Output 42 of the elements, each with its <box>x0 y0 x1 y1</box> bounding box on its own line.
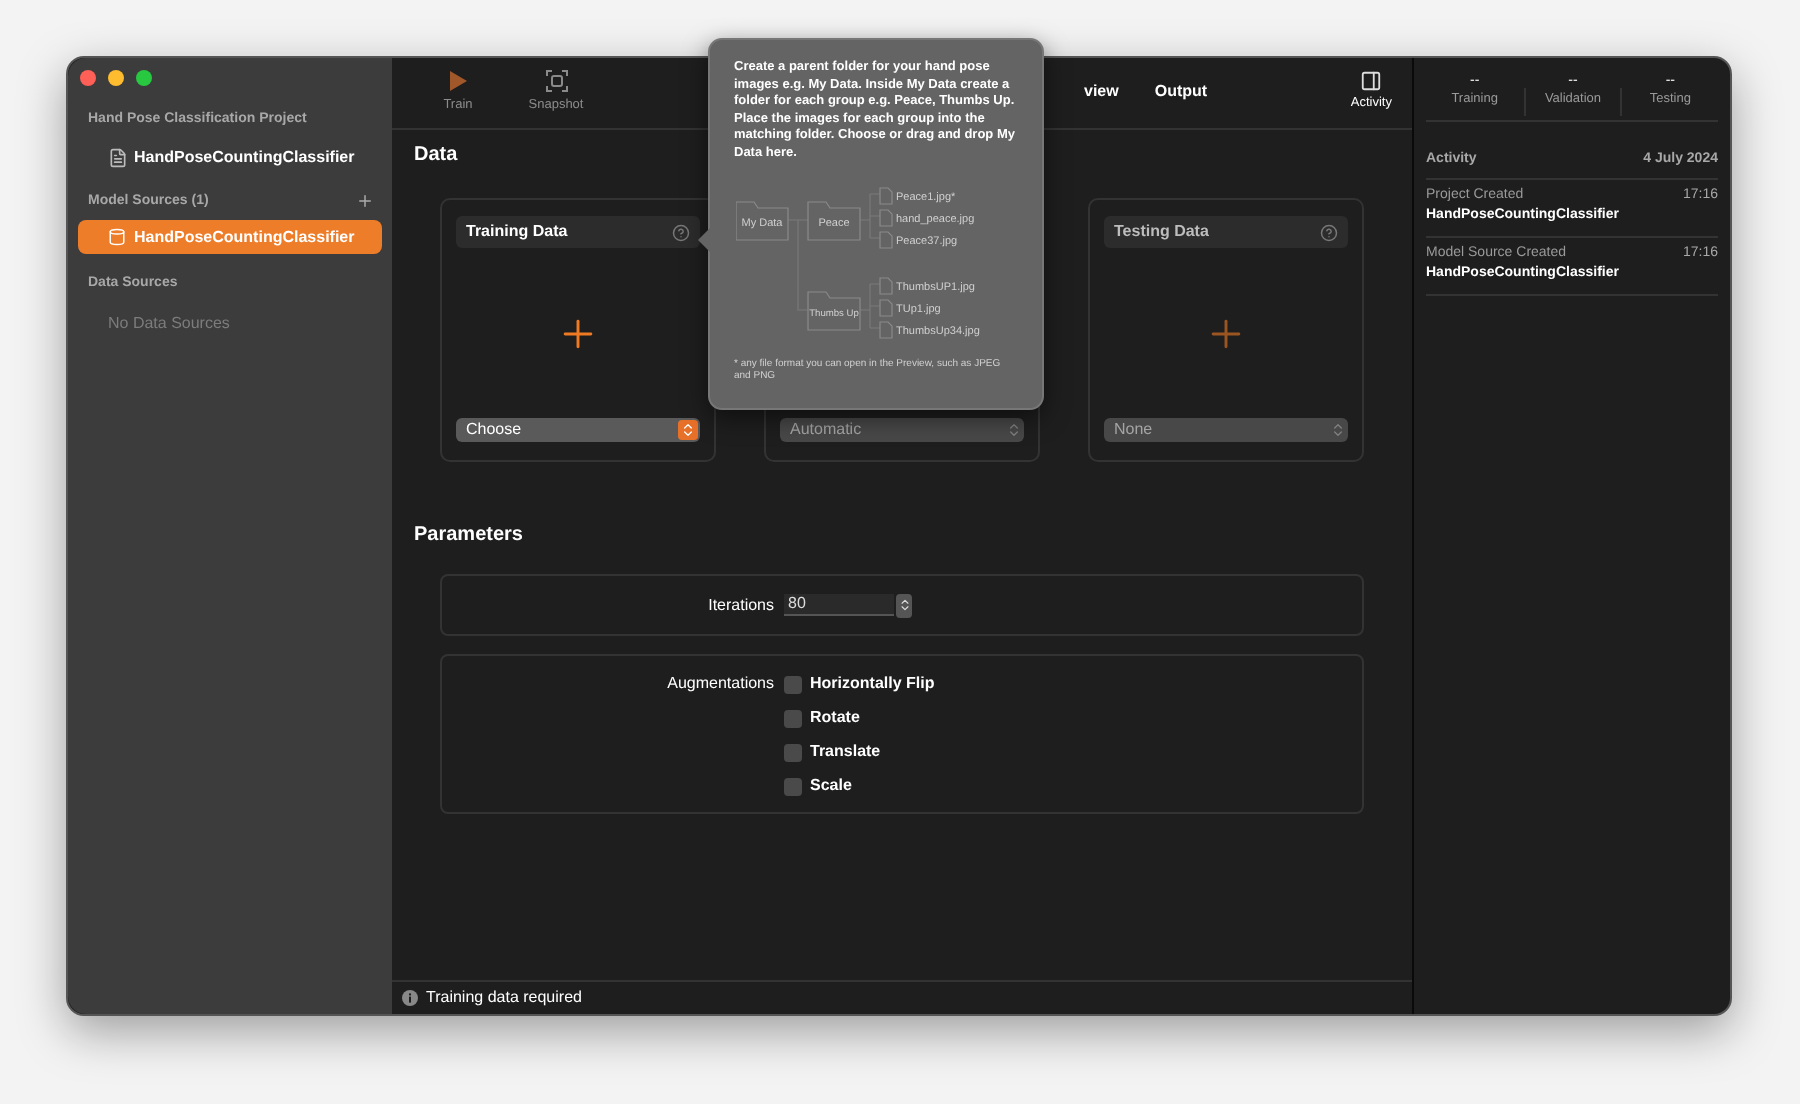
close-button[interactable] <box>80 70 96 86</box>
document-icon <box>108 148 128 168</box>
help-icon[interactable] <box>672 223 690 241</box>
tree-lines <box>787 193 881 329</box>
popup-button[interactable]: Choose <box>456 418 700 442</box>
stepper-control[interactable] <box>896 593 912 617</box>
iterations-field[interactable]: 80 <box>784 594 894 616</box>
sidebar-item[interactable]: HandPoseCountingClassifier <box>78 143 382 173</box>
add-icon[interactable] <box>356 192 374 211</box>
checkbox[interactable] <box>784 675 802 693</box>
field-label: Augmentations <box>665 672 774 696</box>
play-icon <box>448 70 468 92</box>
minimize-button[interactable] <box>108 70 124 86</box>
section-title: Parameters <box>414 522 525 550</box>
popup-button[interactable]: None <box>1104 418 1348 442</box>
status-text: Training data required <box>426 986 582 1010</box>
zoom-button[interactable] <box>136 70 152 86</box>
tab[interactable]: view <box>1084 80 1119 104</box>
help-icon[interactable] <box>1320 223 1338 241</box>
checkbox[interactable] <box>784 709 802 727</box>
field-label: Iterations <box>706 593 774 617</box>
empty-message: No Data Sources <box>106 311 232 335</box>
checkbox[interactable] <box>784 777 802 795</box>
stepper-icon <box>678 420 698 440</box>
viewfinder-icon <box>545 70 567 92</box>
checkbox[interactable] <box>784 743 802 761</box>
card-title: Testing Data <box>1114 220 1209 244</box>
folder-icon <box>736 201 789 241</box>
checkbox-label: Horizontally Flip <box>810 672 935 696</box>
checkbox-label: Scale <box>810 774 852 798</box>
stepper-icon <box>1330 422 1346 438</box>
checkbox-label: Translate <box>810 740 881 764</box>
section-title: Data <box>414 142 458 170</box>
folder-icon <box>807 291 861 331</box>
checkbox-label: Rotate <box>810 706 860 730</box>
sidebar-panel-icon <box>1360 70 1383 92</box>
container-icon <box>108 228 126 246</box>
folder-icon <box>807 201 861 241</box>
card-title: Training Data <box>466 220 568 244</box>
info-icon <box>402 990 418 1006</box>
stepper-icon <box>1006 422 1022 438</box>
tab[interactable]: Output <box>1154 80 1208 104</box>
